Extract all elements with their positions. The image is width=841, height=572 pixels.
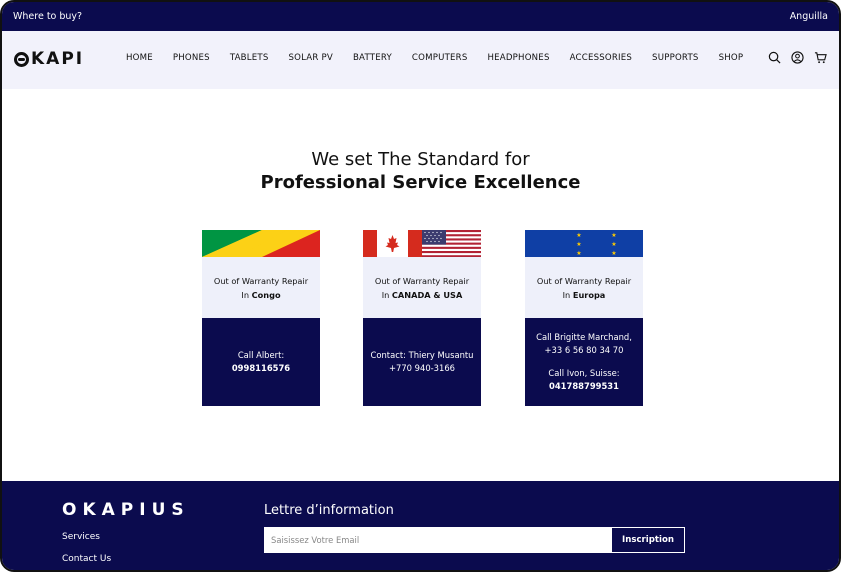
contact-number[interactable]: 0998116576 <box>232 362 290 375</box>
contact-label: Call Albert: <box>237 350 285 360</box>
nav-menu: HOME PHONES TABLETS SOLAR PV BATTERY COMPUTER… <box>126 53 763 63</box>
footer-logo[interactable]: OKAPIUS <box>62 500 190 520</box>
hero-subtitle: We set The Standard for <box>311 149 530 170</box>
brand-logo[interactable]: KAPI <box>14 49 84 69</box>
contact-label: Call Ivon, Suisse: <box>548 368 620 378</box>
nav-icons <box>768 51 827 64</box>
svg-text:★: ★ <box>576 241 581 248</box>
service-card-europa: ★ ★ ★ ★ ★ ★ Out of Warranty Repair In Europ… <box>525 230 643 406</box>
card-contact: Call Albert: 0998116576 <box>202 318 320 406</box>
cart-icon[interactable] <box>814 51 827 64</box>
nav-item-battery[interactable]: BATTERY <box>353 53 392 63</box>
location-prefix: In <box>381 289 392 300</box>
logo-o-icon <box>14 51 29 67</box>
card-title: Out of Warranty Repair <box>374 275 470 286</box>
card-contact: Call Brigitte Marchand, +33 6 56 80 34 7… <box>525 318 643 406</box>
nav-item-home[interactable]: HOME <box>126 53 153 63</box>
svg-text:★: ★ <box>611 232 616 239</box>
contact-number[interactable]: +770 940-3166 <box>389 362 455 375</box>
nav-item-shop[interactable]: SHOP <box>719 53 744 63</box>
nav-item-accessories[interactable]: ACCESSORIES <box>570 53 632 63</box>
footer: OKAPIUS Services Contact Us Lettre d’inf… <box>2 481 839 570</box>
nav-item-supports[interactable]: SUPPORTS <box>652 53 699 63</box>
top-bar: Where to buy? Anguilla <box>2 2 839 31</box>
canada-usa-flags-icon <box>363 230 481 257</box>
contact-number[interactable]: 041788799531 <box>549 380 619 393</box>
card-location: CANADA & USA <box>391 289 463 300</box>
region-selector[interactable]: Anguilla <box>790 11 828 22</box>
card-contact: Contact: Thiery Musantu +770 940-3166 <box>363 318 481 406</box>
card-info: Out of Warranty Repair In Congo <box>202 257 320 318</box>
subscribe-button[interactable]: Inscription <box>611 527 685 553</box>
main-nav: KAPI HOME PHONES TABLETS SOLAR PV BATTERY COM… <box>2 31 839 89</box>
search-icon[interactable] <box>768 51 781 64</box>
card-location: Congo <box>251 289 281 300</box>
congo-flag-icon <box>202 230 320 257</box>
location-prefix: In <box>241 289 252 300</box>
card-title: Out of Warranty Repair <box>213 275 309 286</box>
nav-item-tablets[interactable]: TABLETS <box>230 53 269 63</box>
logo-text: KAPI <box>31 49 85 69</box>
footer-link-services[interactable]: Services <box>62 532 100 542</box>
card-info: Out of Warranty Repair In CANADA & USA <box>363 257 481 318</box>
eu-flag-icon: ★ ★ ★ ★ ★ ★ <box>525 230 643 257</box>
service-card-congo: Out of Warranty Repair In Congo Call Alb… <box>202 230 320 406</box>
footer-link-contact-us[interactable]: Contact Us <box>62 554 111 564</box>
newsletter-title: Lettre d’information <box>264 503 394 518</box>
user-icon[interactable] <box>791 51 804 64</box>
svg-text:★: ★ <box>611 241 616 248</box>
location-prefix: In <box>562 289 573 300</box>
card-location: Europa <box>572 289 606 300</box>
card-title: Out of Warranty Repair <box>536 275 632 286</box>
svg-text:★: ★ <box>576 250 581 257</box>
contact-label: Call Brigitte Marchand, <box>536 332 632 342</box>
svg-text:★: ★ <box>611 250 616 257</box>
service-card-canada-usa: Out of Warranty Repair In CANADA & USA C… <box>363 230 481 406</box>
contact-number[interactable]: +33 6 56 80 34 70 <box>545 344 624 357</box>
nav-item-computers[interactable]: COMPUTERS <box>412 53 468 63</box>
contact-label: Contact: Thiery Musantu <box>370 350 474 360</box>
svg-text:★: ★ <box>576 232 581 239</box>
card-info: Out of Warranty Repair In Europa <box>525 257 643 318</box>
nav-item-headphones[interactable]: HEADPHONES <box>487 53 549 63</box>
where-to-buy-link[interactable]: Where to buy? <box>13 11 82 22</box>
nav-item-phones[interactable]: PHONES <box>173 53 210 63</box>
hero-title: Professional Service Excellence <box>260 172 581 193</box>
page-frame: Where to buy? Anguilla KAPI HOME PHONES TA… <box>0 0 841 572</box>
newsletter-email-input[interactable] <box>264 527 612 553</box>
nav-item-solar-pv[interactable]: SOLAR PV <box>289 53 333 63</box>
